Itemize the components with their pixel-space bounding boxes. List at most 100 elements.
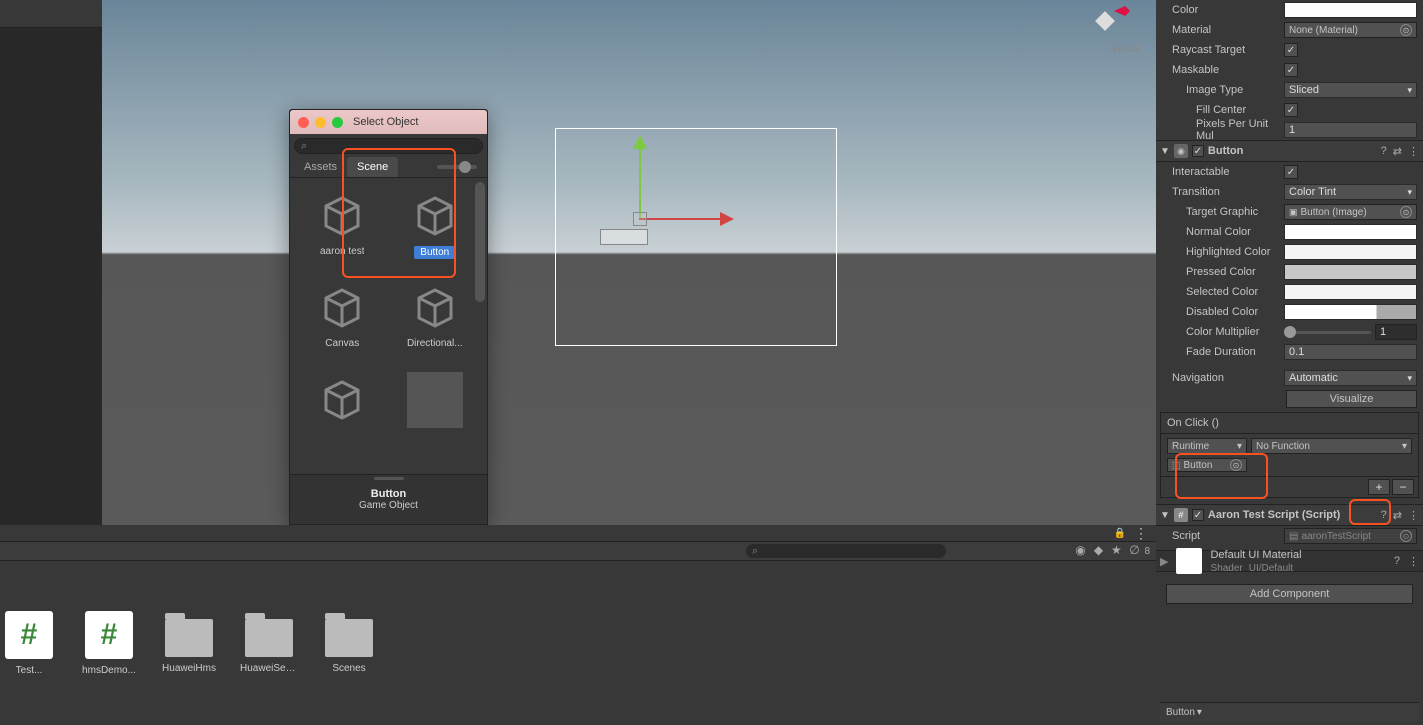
asset-item[interactable]: # Test...: [0, 611, 58, 676]
y-axis-arrow[interactable]: [639, 138, 641, 218]
asset-item[interactable]: HuaweiHms: [160, 611, 218, 676]
scene-view[interactable]: Back: [102, 0, 1156, 525]
add-event-button[interactable]: +: [1368, 479, 1390, 495]
asset-item[interactable]: HuaweiService: [240, 611, 298, 676]
filter-type-icon[interactable]: ◆: [1090, 543, 1106, 559]
raycast-checkbox[interactable]: ✓: [1284, 43, 1298, 57]
visualize-button[interactable]: Visualize: [1286, 390, 1417, 408]
fade-label: Fade Duration: [1162, 346, 1280, 358]
list-item[interactable]: Button: [391, 188, 480, 276]
maskable-label: Maskable: [1162, 64, 1280, 76]
remove-event-button[interactable]: −: [1392, 479, 1414, 495]
object-picker-icon[interactable]: ⊙: [1400, 24, 1412, 36]
asset-item[interactable]: # hmsDemo...: [80, 611, 138, 676]
asset-breadcrumb[interactable]: Button: [1160, 702, 1419, 722]
script-icon: #: [5, 611, 53, 659]
pressed-color-field[interactable]: [1284, 264, 1417, 280]
filter-icon[interactable]: ◉: [1072, 543, 1088, 559]
ppu-field[interactable]: 1: [1284, 122, 1417, 138]
object-picker-icon[interactable]: ⊙: [1230, 459, 1242, 471]
hidden-icon[interactable]: ∅: [1126, 543, 1142, 559]
fill-center-label: Fill Center: [1162, 104, 1280, 116]
runtime-dropdown[interactable]: Runtime: [1167, 438, 1247, 454]
maximize-icon[interactable]: [332, 117, 343, 128]
normal-color-field[interactable]: [1284, 224, 1417, 240]
folder-icon: [325, 619, 373, 657]
favorite-icon[interactable]: ★: [1108, 543, 1124, 559]
popup-titlebar[interactable]: Select Object: [290, 110, 487, 134]
object-picker-icon[interactable]: ⊙: [1400, 206, 1412, 218]
fold-icon[interactable]: ▶: [1160, 555, 1168, 568]
navigation-dropdown[interactable]: Automatic: [1284, 370, 1417, 386]
fade-field[interactable]: 0.1: [1284, 344, 1417, 360]
close-icon[interactable]: [298, 117, 309, 128]
preset-icon[interactable]: ⇄: [1393, 509, 1402, 522]
button-component-icon: ◉: [1174, 144, 1188, 158]
enable-checkbox[interactable]: ✓: [1192, 145, 1204, 157]
transform-gizmo[interactable]: [622, 138, 742, 258]
interactable-checkbox[interactable]: ✓: [1284, 165, 1298, 179]
xy-plane-handle[interactable]: [633, 212, 647, 226]
enable-checkbox[interactable]: ✓: [1192, 509, 1204, 521]
fold-icon[interactable]: ▼: [1160, 510, 1170, 521]
list-item[interactable]: Canvas: [298, 280, 387, 368]
disabled-color-field[interactable]: [1284, 304, 1417, 320]
menu-icon[interactable]: ⋮: [1408, 509, 1419, 522]
list-item[interactable]: [391, 372, 480, 444]
help-icon[interactable]: ?: [1394, 555, 1400, 567]
highlighted-color-field[interactable]: [1284, 244, 1417, 260]
preset-icon[interactable]: ⇄: [1393, 145, 1402, 158]
minimize-icon[interactable]: [315, 117, 326, 128]
list-item[interactable]: Directional...: [391, 280, 480, 368]
color-mult-slider[interactable]: [1284, 331, 1371, 334]
grid-size-slider[interactable]: [437, 165, 477, 169]
list-item[interactable]: [298, 372, 387, 444]
menu-icon[interactable]: ⋮: [1408, 555, 1419, 568]
target-graphic-field[interactable]: ▣ Button (Image) ⊙: [1284, 204, 1417, 220]
object-search-input[interactable]: [294, 138, 483, 154]
list-item[interactable]: aaron test: [298, 188, 387, 276]
selected-color-label: Selected Color: [1162, 286, 1280, 298]
gameobject-icon: [314, 372, 370, 428]
fill-center-checkbox[interactable]: ✓: [1284, 103, 1298, 117]
color-field[interactable]: [1284, 2, 1417, 18]
menu-icon[interactable]: ⋮: [1134, 529, 1148, 537]
image-type-dropdown[interactable]: Sliced: [1284, 82, 1417, 98]
scrollbar[interactable]: [475, 182, 485, 302]
fold-icon[interactable]: ▼: [1160, 146, 1170, 157]
gameobject-icon: [314, 280, 370, 336]
none-icon: [407, 372, 463, 428]
tab-scene[interactable]: Scene: [347, 157, 398, 177]
material-header[interactable]: ▶ Default UI Material Shader UI/Default …: [1156, 550, 1423, 572]
menu-icon[interactable]: ⋮: [1408, 145, 1419, 158]
button-component-header[interactable]: ▼ ◉ ✓ Button ? ⇄ ⋮: [1156, 140, 1423, 162]
hidden-count: 8: [1144, 546, 1150, 557]
asset-item[interactable]: Scenes: [320, 611, 378, 676]
object-picker-icon[interactable]: ⊙: [1400, 530, 1412, 542]
transition-dropdown[interactable]: Color Tint: [1284, 184, 1417, 200]
material-field[interactable]: None (Material) ⊙: [1284, 22, 1417, 38]
x-axis-arrow[interactable]: [639, 218, 731, 220]
tab-assets[interactable]: Assets: [294, 157, 347, 177]
help-icon[interactable]: ?: [1381, 509, 1387, 522]
color-mult-value[interactable]: 1: [1375, 324, 1417, 340]
back-label[interactable]: Back: [1111, 44, 1140, 55]
shader-value: UI/Default: [1249, 563, 1293, 574]
lock-icon[interactable]: 🔒: [1114, 528, 1126, 539]
event-object-field[interactable]: ⬚ Button ⊙: [1167, 458, 1247, 472]
folder-icon: [165, 619, 213, 657]
resize-handle[interactable]: [374, 477, 404, 480]
material-label: Material: [1162, 24, 1280, 36]
project-search-input[interactable]: [746, 544, 946, 558]
script-label: Script: [1162, 530, 1280, 542]
add-component-button[interactable]: Add Component: [1166, 584, 1413, 604]
raycast-label: Raycast Target: [1162, 44, 1280, 56]
selected-color-field[interactable]: [1284, 284, 1417, 300]
function-dropdown[interactable]: No Function: [1251, 438, 1412, 454]
maskable-checkbox[interactable]: ✓: [1284, 63, 1298, 77]
help-icon[interactable]: ?: [1381, 145, 1387, 158]
highlighted-color-label: Highlighted Color: [1162, 246, 1280, 258]
material-name: Default UI Material: [1210, 549, 1385, 561]
orientation-gizmo[interactable]: Back: [1080, 4, 1140, 54]
script-component-header[interactable]: ▼ # ✓ Aaron Test Script (Script) ? ⇄ ⋮: [1156, 504, 1423, 526]
